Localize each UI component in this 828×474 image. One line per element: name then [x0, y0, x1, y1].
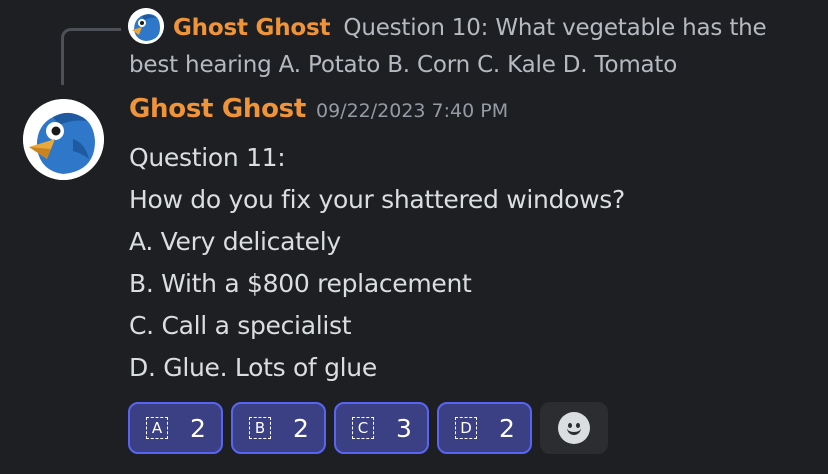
reaction-b[interactable]: B 2: [231, 402, 326, 454]
reaction-d[interactable]: D 2: [437, 402, 532, 454]
reply-author[interactable]: Ghost Ghost: [173, 15, 330, 41]
letter-c-emoji-icon: C: [352, 417, 374, 439]
avatar[interactable]: [23, 99, 104, 180]
reaction-a[interactable]: A 2: [128, 402, 223, 454]
reactions-bar: A 2 B 2 C 3 D 2: [128, 402, 608, 454]
letter-a-emoji-icon: A: [146, 417, 168, 439]
reply-spine: [61, 28, 121, 85]
message-author[interactable]: Ghost Ghost: [129, 94, 306, 124]
letter-b-emoji-icon: B: [249, 417, 271, 439]
reaction-count: 2: [293, 413, 309, 443]
message-line: B. With a $800 replacement: [129, 269, 472, 298]
message-line: A. Very delicately: [129, 227, 341, 256]
add-reaction-button[interactable]: [540, 402, 608, 454]
bird-avatar-icon: [23, 99, 104, 180]
reply-preview[interactable]: Ghost Ghost Question 10: What vegetable …: [129, 10, 809, 84]
message-content: Question 11: How do you fix your shatter…: [129, 137, 625, 389]
reaction-count: 3: [396, 413, 412, 443]
message-timestamp[interactable]: 09/22/2023 7:40 PM: [316, 100, 508, 122]
message-line: D. Glue. Lots of glue: [129, 353, 377, 382]
add-reaction-smiley-icon: [558, 412, 590, 444]
reaction-count: 2: [499, 413, 515, 443]
reaction-c[interactable]: C 3: [334, 402, 429, 454]
message-line: C. Call a specialist: [129, 311, 352, 340]
message-line: How do you fix your shattered windows?: [129, 185, 625, 214]
letter-d-emoji-icon: D: [455, 417, 477, 439]
message-line: Question 11:: [129, 143, 286, 172]
message-header: Ghost Ghost 09/22/2023 7:40 PM: [129, 94, 508, 124]
reaction-count: 2: [190, 413, 206, 443]
